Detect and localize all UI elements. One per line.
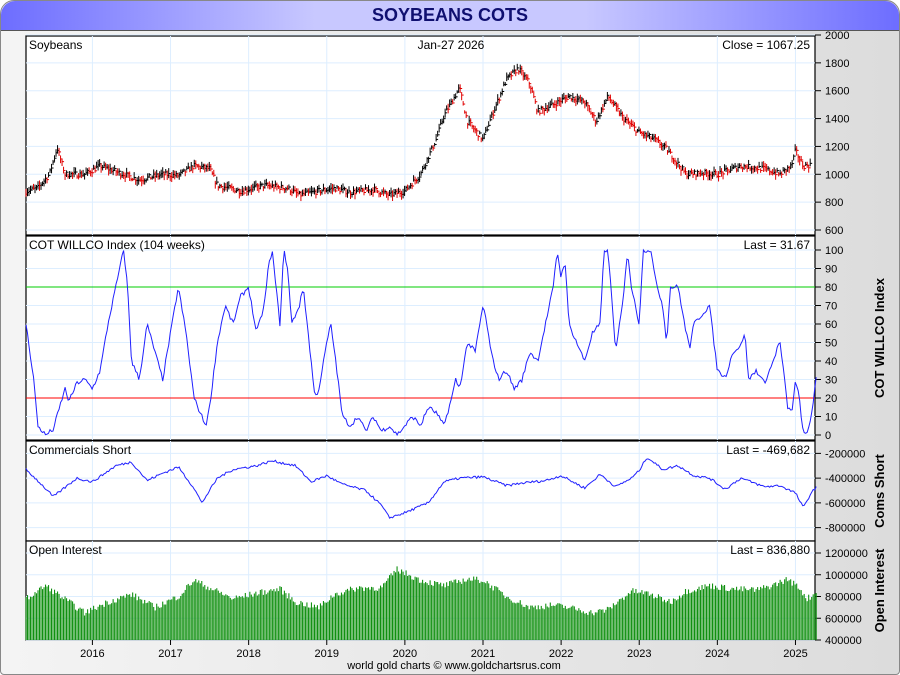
chart-date: Jan-27 2026 <box>418 38 485 52</box>
panel-coms <box>25 440 816 542</box>
y-tick-label-willco: 30 <box>825 375 837 387</box>
oi-axis-title: Open Interest <box>872 548 887 632</box>
y-tick-label-coms: -400000 <box>825 473 865 485</box>
panel-willco <box>25 235 816 441</box>
coms-label: Commercials Short <box>29 443 132 457</box>
y-tick-label-price: 1800 <box>825 58 849 70</box>
y-tick-label-willco: 0 <box>825 430 831 442</box>
x-tick-label: 2022 <box>549 648 573 660</box>
y-tick-label-willco: 40 <box>825 356 837 368</box>
footer-credit: world gold charts © www.goldchartsrus.co… <box>346 660 561 672</box>
willco-label: COT WILLCO Index (104 weeks) <box>29 238 205 252</box>
y-tick-label-willco: 90 <box>825 264 837 276</box>
y-tick-label-oi: 1000000 <box>825 570 868 582</box>
y-tick-label-price: 1000 <box>825 169 849 181</box>
y-tick-label-price: 2000 <box>825 30 849 42</box>
price-label: Soybeans <box>29 38 82 52</box>
y-tick-label-oi: 400000 <box>825 635 862 647</box>
y-tick-label-willco: 100 <box>825 245 843 257</box>
y-tick-label-oi: 1200000 <box>825 548 868 560</box>
y-tick-label-willco: 10 <box>825 412 837 424</box>
y-tick-label-willco: 50 <box>825 338 837 350</box>
y-tick-label-willco: 20 <box>825 393 837 405</box>
y-tick-label-willco: 70 <box>825 301 837 313</box>
y-tick-label-coms: -800000 <box>825 523 865 535</box>
oi-label: Open Interest <box>29 543 102 557</box>
x-tick-label: 2021 <box>471 648 495 660</box>
y-tick-label-willco: 60 <box>825 319 837 331</box>
y-tick-label-coms: -600000 <box>825 498 865 510</box>
x-tick-label: 2018 <box>236 648 260 660</box>
y-tick-label-willco: 80 <box>825 282 837 294</box>
oi-last-value: Last = 836,880 <box>730 543 810 557</box>
x-tick-label: 2019 <box>315 648 339 660</box>
y-tick-label-coms: -200000 <box>825 448 865 460</box>
x-tick-label: 2024 <box>705 648 729 660</box>
panel-price <box>25 35 816 236</box>
x-tick-label: 2020 <box>393 648 417 660</box>
willco-last-value: Last = 31.67 <box>744 238 811 252</box>
chart-canvas: 600800100012001400160018002000Soybeans Cl… <box>25 30 887 672</box>
x-tick-label: 2017 <box>158 648 182 660</box>
willco-axis-title: COT WILLCO Index <box>872 277 887 398</box>
x-tick-label: 2023 <box>627 648 651 660</box>
y-tick-label-price: 600 <box>825 225 843 237</box>
y-tick-label-price: 1600 <box>825 86 849 98</box>
coms-axis-title: Coms Short <box>872 453 887 527</box>
y-tick-label-oi: 600000 <box>825 613 862 625</box>
y-tick-label-price: 800 <box>825 197 843 209</box>
y-tick-label-price: 1400 <box>825 114 849 126</box>
y-tick-label-oi: 800000 <box>825 592 862 604</box>
price-last-value: Close = 1067.25 <box>722 38 810 52</box>
x-tick-label: 2025 <box>783 648 807 660</box>
x-tick-label: 2016 <box>80 648 104 660</box>
chart-window: SOYBEANS COTS 600 800 1000 1200 1400 1600 1800… <box>0 0 900 675</box>
coms-last-value: Last = -469,682 <box>726 443 810 457</box>
y-tick-label-price: 1200 <box>825 141 849 153</box>
